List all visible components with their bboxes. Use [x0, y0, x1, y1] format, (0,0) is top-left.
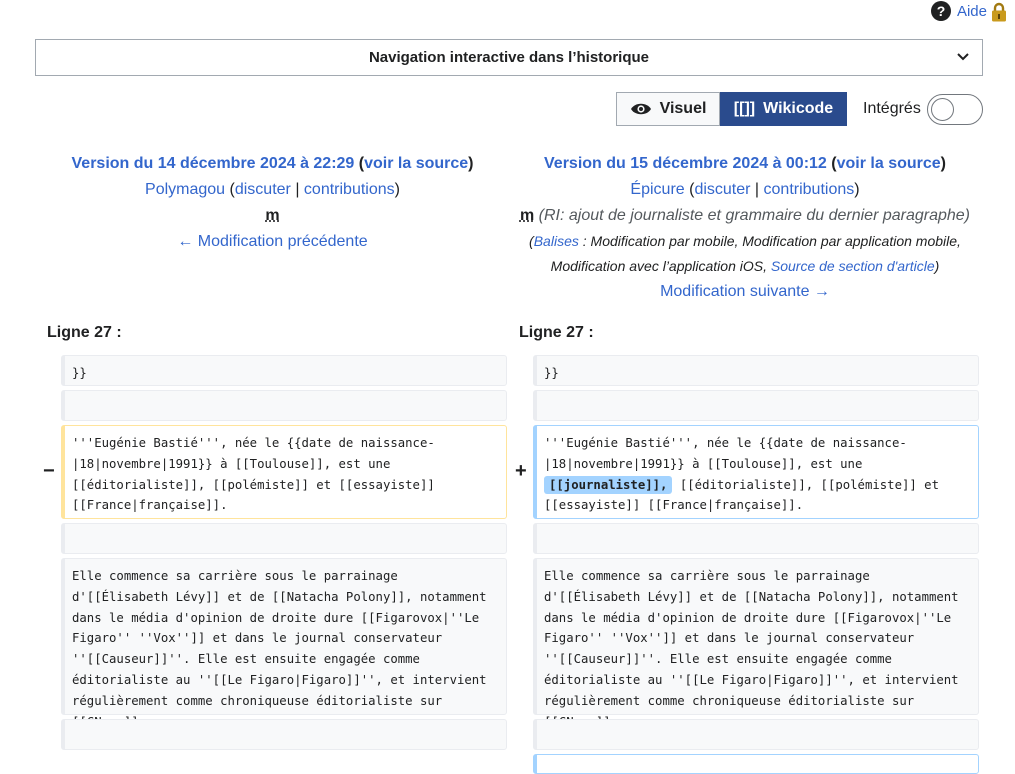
question-icon: ?	[930, 1, 951, 21]
new-user-link[interactable]: Épicure	[630, 181, 684, 198]
wikicode-label: Wikicode	[763, 100, 834, 117]
left-line-number: Ligne 27 :	[47, 324, 122, 341]
help-label[interactable]: Aide	[957, 3, 987, 20]
added-line-marker: +	[515, 460, 527, 482]
section-source-tag-link[interactable]: Source de section d'article	[771, 258, 935, 274]
revision-tags: (Balises : Modification par mobile, Modi…	[529, 233, 961, 274]
inline-toggle-label: Intégrés	[863, 100, 921, 117]
context-cell-right: }}	[533, 355, 979, 386]
context-paragraph-left: Elle commence sa carrière sous le parrai…	[61, 558, 507, 729]
deleted-line-cell: '''Eugénie Bastié''', née le {{date de n…	[61, 425, 507, 519]
diff-view-toggle: Visuel [[]] Wikicode	[616, 92, 847, 126]
eye-icon	[630, 103, 651, 115]
context-paragraph-right: Elle commence sa carrière sous le parrai…	[533, 558, 979, 729]
help-link[interactable]: ? Aide	[930, 1, 987, 21]
empty-context-cell-left	[61, 523, 507, 554]
inline-toggle-switch[interactable]	[927, 94, 983, 125]
previous-edit-link[interactable]: ← Modification précédente	[177, 233, 367, 250]
right-line-number: Ligne 27 :	[519, 324, 594, 341]
empty-context-cell-left	[61, 719, 507, 750]
visual-label: Visuel	[659, 100, 707, 117]
new-view-source-link[interactable]: voir la source	[837, 155, 941, 172]
empty-context-cell-right	[533, 523, 979, 554]
empty-context-cell-left	[61, 390, 507, 421]
added-line-cell	[533, 754, 979, 774]
minor-edit-flag: m	[519, 207, 535, 224]
switch-knob	[931, 98, 954, 121]
added-text-before: '''Eugénie Bastié''', née le {{date de n…	[544, 436, 907, 471]
new-revision-link[interactable]: Version du 15 décembre 2024 à 00:12	[544, 155, 827, 172]
new-revision-header: Version du 15 décembre 2024 à 00:12 (voi…	[505, 151, 985, 305]
next-edit-link[interactable]: Modification suivante →	[660, 283, 830, 300]
old-contribs-link[interactable]: contributions	[304, 181, 395, 198]
wikicode-diff-button[interactable]: [[]] Wikicode	[720, 92, 847, 126]
wikicode-icon: [[]]	[733, 100, 756, 117]
empty-context-cell-right	[533, 719, 979, 750]
lock-icon	[992, 2, 1006, 22]
old-user-link[interactable]: Polymagou	[145, 181, 225, 198]
visual-diff-button[interactable]: Visuel	[616, 92, 720, 126]
chevron-down-icon	[957, 53, 969, 61]
old-revision-header: Version du 14 décembre 2024 à 22:29 (voi…	[71, 155, 474, 250]
deleted-line-marker: −	[43, 460, 55, 482]
minor-edit-flag: m	[265, 207, 280, 224]
context-cell-left: }}	[61, 355, 507, 386]
inserted-text-highlight: [[journaliste]],	[544, 475, 673, 494]
added-line-cell: '''Eugénie Bastié''', née le {{date de n…	[533, 425, 979, 519]
history-navigation-title: Navigation interactive dans l’historique	[368, 49, 650, 66]
new-contribs-link[interactable]: contributions	[764, 181, 855, 198]
new-talk-link[interactable]: discuter	[694, 181, 750, 198]
edit-summary: (RI: ajout de journaliste et grammaire d…	[538, 207, 971, 224]
history-navigation-toggle[interactable]: Navigation interactive dans l’historique	[35, 39, 983, 76]
old-talk-link[interactable]: discuter	[235, 181, 291, 198]
empty-context-cell-right	[533, 390, 979, 421]
tags-link[interactable]: Balises	[534, 233, 579, 249]
old-view-source-link[interactable]: voir la source	[364, 155, 468, 172]
old-revision-link[interactable]: Version du 14 décembre 2024 à 22:29	[72, 155, 355, 172]
